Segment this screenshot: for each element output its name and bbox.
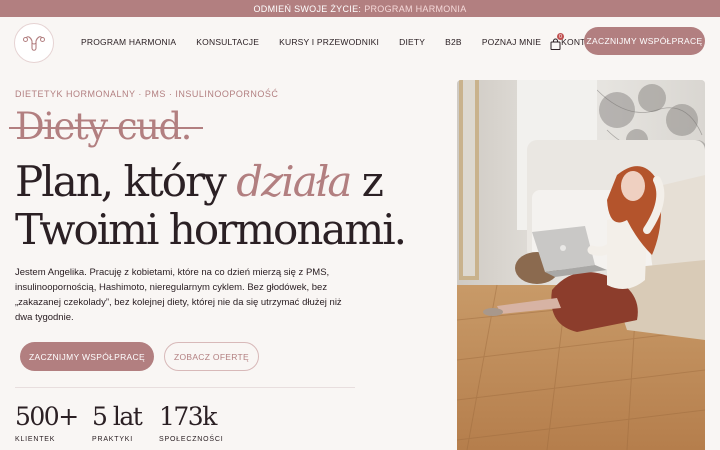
primary-cta-button[interactable]: ZACZNIJMY WSPÓŁPRACĘ <box>20 342 154 371</box>
nav-item-kursy[interactable]: KURSY I PRZEWODNIKI <box>279 37 379 47</box>
stat-value: 173k <box>159 402 217 431</box>
cart-count-badge: 0 <box>557 33 564 40</box>
stat-label: SPOŁECZNOŚCI <box>159 436 224 443</box>
announcement-text: ODMIEŃ SWOJE ŻYCIE: <box>253 3 362 14</box>
nav-item-diety[interactable]: DIETY <box>399 37 425 47</box>
nav-menu: PROGRAM HARMONIA KONSULTACJE KURSY I PRZ… <box>81 37 622 47</box>
hero-kicker: DIETETYK HORMONALNY · PMS · INSULINOOPOR… <box>15 89 279 99</box>
stat-label: PRAKTYKI <box>92 436 134 443</box>
nav-item-program-harmonia[interactable]: PROGRAM HARMONIA <box>81 37 176 47</box>
nav-item-poznaj-mnie[interactable]: POZNAJ MNIE <box>482 37 541 47</box>
nav-cta-button[interactable]: ZACZNIJMY WSPÓŁPRACĘ <box>584 27 705 55</box>
stat-clients: 500+ KLIENTEK <box>15 402 79 443</box>
main-navigation: PROGRAM HARMONIA KONSULTACJE KURSY I PRZ… <box>0 17 720 67</box>
hero-description: Jestem Angelika. Pracuję z kobietami, kt… <box>15 267 342 323</box>
hero-title: Plan, który działa z Twoimi hormonami. <box>15 158 445 254</box>
nav-item-b2b[interactable]: B2B <box>445 37 462 47</box>
announcement-bar[interactable]: ODMIEŃ SWOJE ŻYCIE: PROGRAM HARMONIA <box>0 0 720 17</box>
hero-title-emphasis: działa <box>236 157 352 206</box>
stat-label: KLIENTEK <box>15 436 56 443</box>
nav-item-konsultacje[interactable]: KONSULTACJE <box>196 37 259 47</box>
stat-value: 500+ <box>15 402 79 431</box>
stat-community: 173k SPOŁECZNOŚCI <box>159 402 223 443</box>
hero-photo-illustration <box>457 80 705 450</box>
logo[interactable] <box>14 23 54 63</box>
hero-photo <box>457 80 705 450</box>
hero-strikethrough-text: Diety cud. <box>9 105 203 148</box>
uterus-logo-icon <box>23 36 45 51</box>
stat-experience: 5 lat PRAKTYKI <box>92 402 143 443</box>
announcement-link[interactable]: PROGRAM HARMONIA <box>364 4 466 14</box>
cart-button[interactable]: 0 <box>550 33 564 50</box>
stats-divider <box>15 387 355 388</box>
hero-title-start: Plan, który <box>15 157 237 206</box>
stat-value: 5 lat <box>92 402 143 431</box>
secondary-cta-button[interactable]: ZOBACZ OFERTĘ <box>164 342 259 371</box>
